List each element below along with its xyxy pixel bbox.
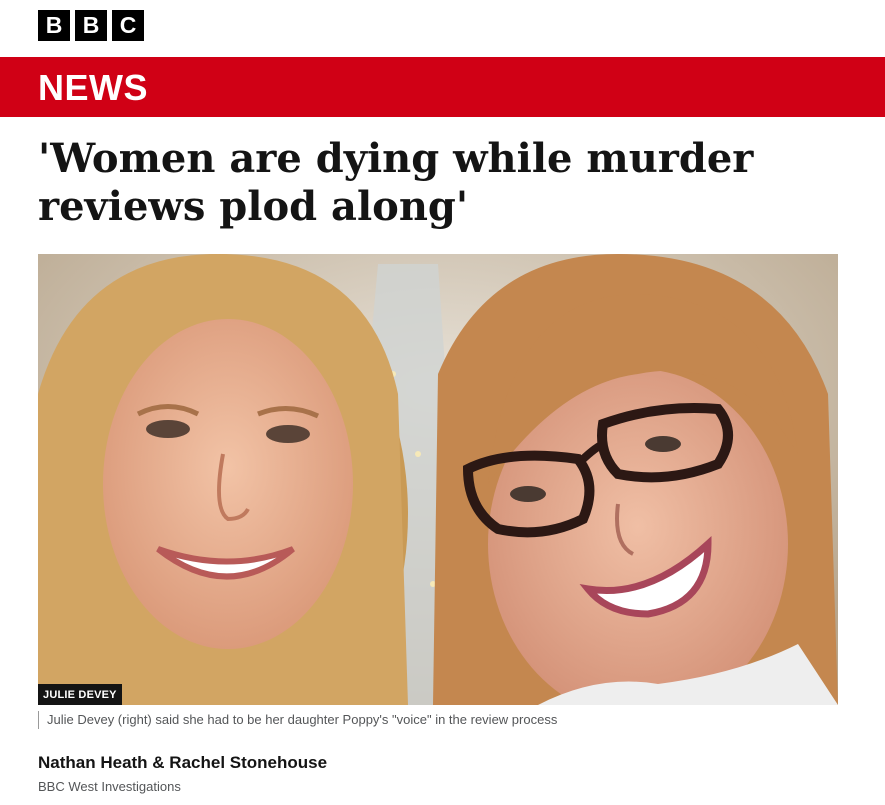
news-banner: NEWS xyxy=(0,57,885,117)
article: 'Women are dying while murder reviews pl… xyxy=(0,117,885,805)
article-headline: 'Women are dying while murder reviews pl… xyxy=(38,135,754,230)
image-credit: JULIE DEVEY xyxy=(38,684,122,705)
bbc-logo-block-b1: B xyxy=(38,10,70,41)
lead-photo-illustration xyxy=(38,254,838,705)
bbc-logo-block-b2: B xyxy=(75,10,107,41)
bbc-logo-block-c: C xyxy=(112,10,144,41)
bbc-logo[interactable]: B B C xyxy=(38,10,144,41)
byline-department: BBC West Investigations xyxy=(38,779,181,794)
news-section-link[interactable]: NEWS xyxy=(38,67,148,109)
bbc-masthead: B B C xyxy=(0,0,885,57)
byline-authors: Nathan Heath & Rachel Stonehouse xyxy=(38,753,328,772)
article-lead-image: JULIE DEVEY xyxy=(38,254,838,705)
image-caption: Julie Devey (right) said she had to be h… xyxy=(38,711,557,729)
